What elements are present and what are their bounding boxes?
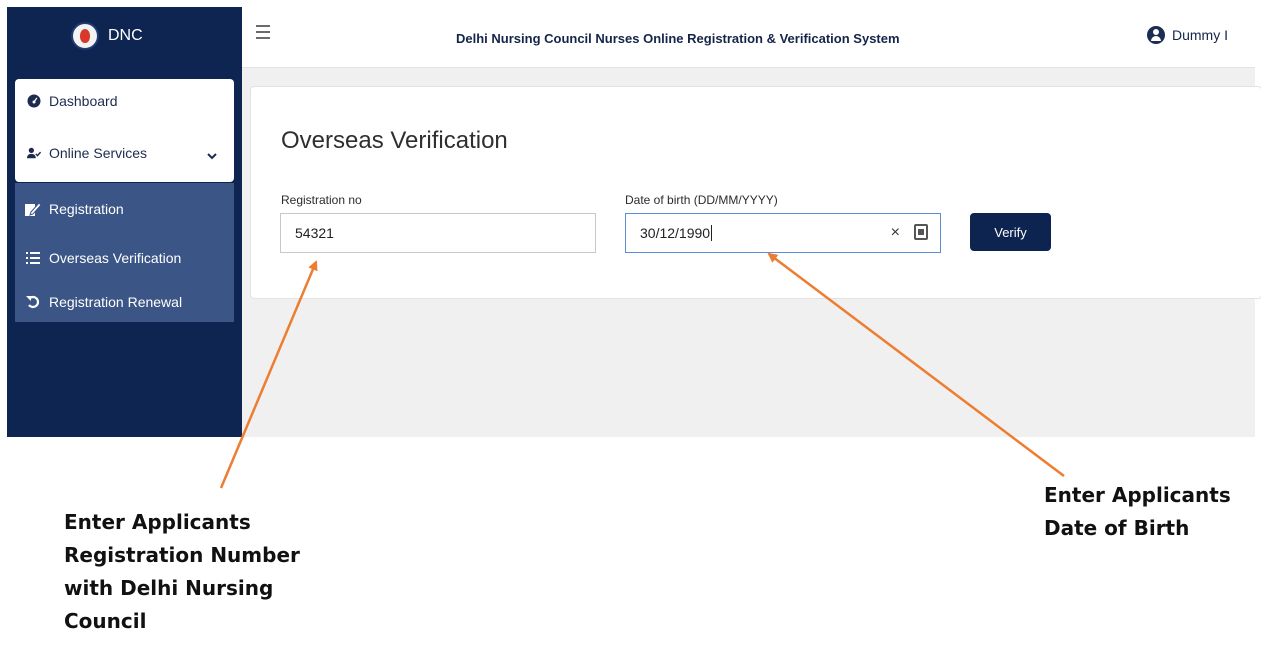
arrow-to-registration: [219, 260, 318, 489]
annotation-dob: Enter Applicants Date of Birth: [1044, 483, 1231, 540]
annotation-registration: Enter Applicants Registration Number wit…: [64, 510, 300, 633]
arrow-to-dob: [767, 252, 1065, 477]
